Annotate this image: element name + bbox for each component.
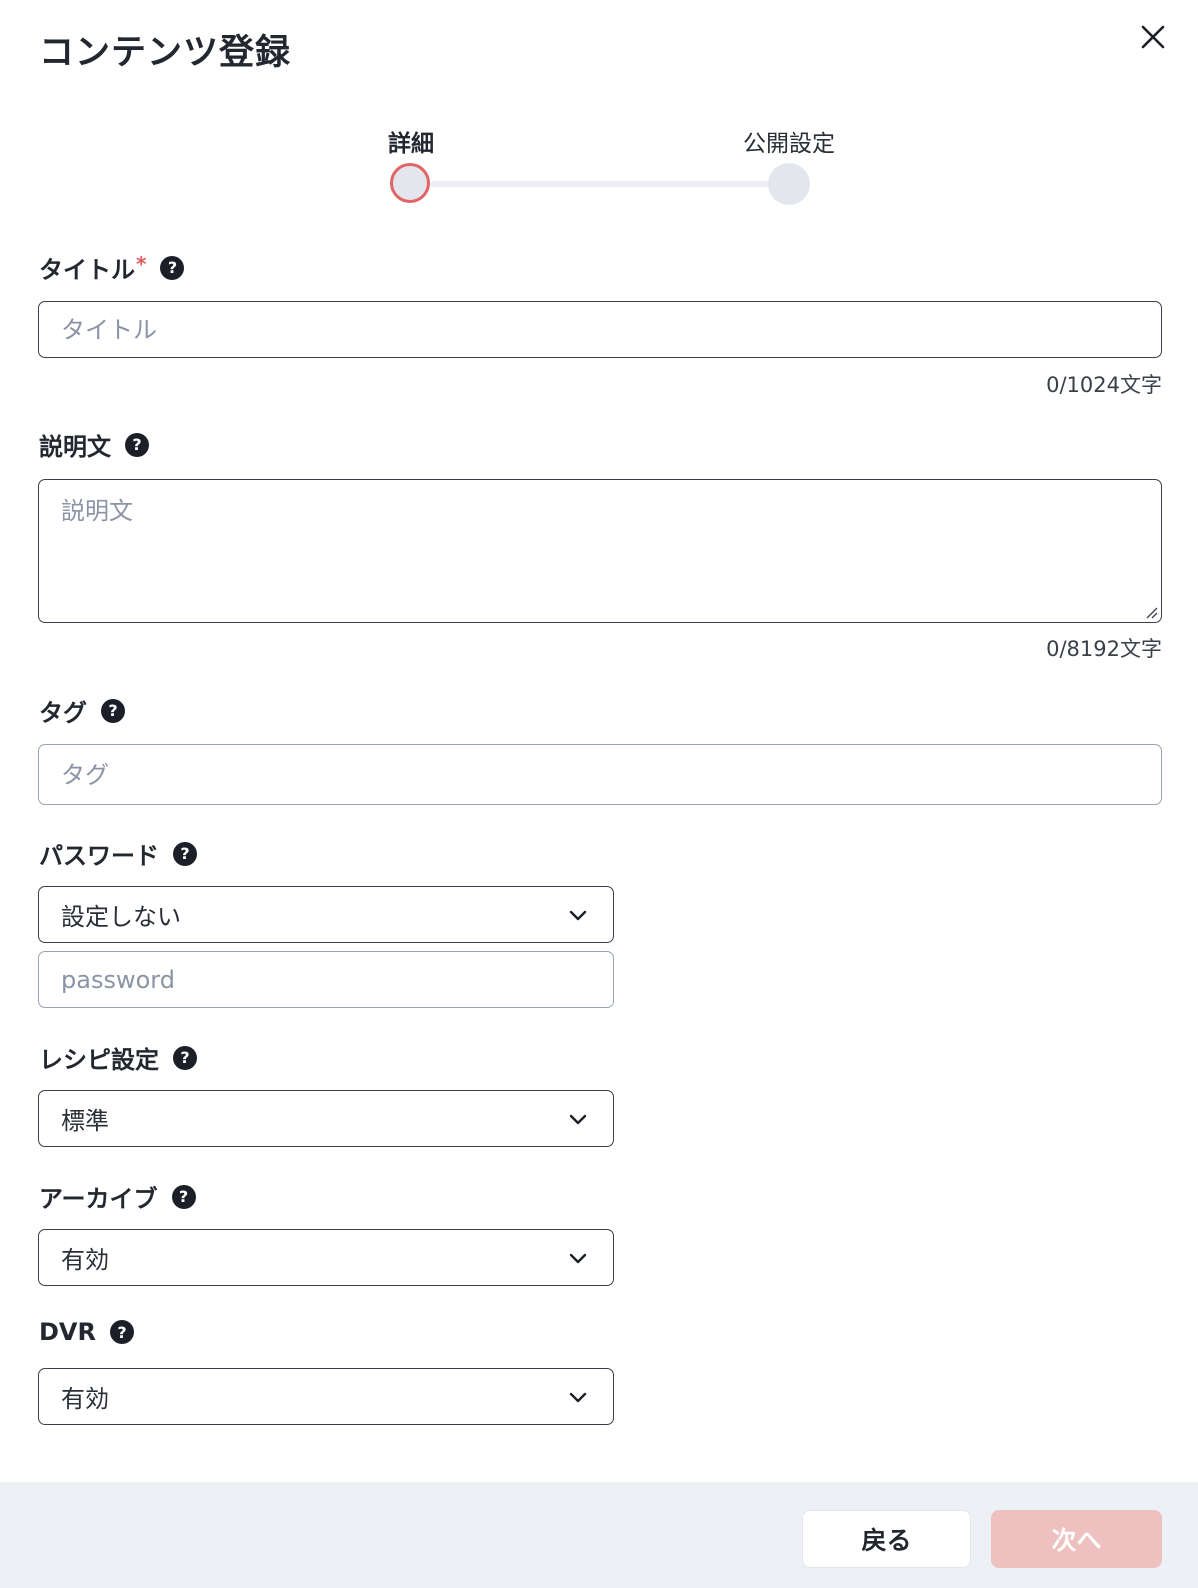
tag-label-text: タグ <box>39 699 87 727</box>
dvr-label-text: DVR <box>39 1318 96 1346</box>
title-label-text: タイトル <box>39 256 135 284</box>
archive-field-label: アーカイブ ? <box>39 1179 196 1214</box>
close-button[interactable] <box>1138 22 1168 52</box>
description-field-label: 説明文 ? <box>39 427 149 462</box>
resize-handle-icon[interactable] <box>1144 605 1158 619</box>
help-icon[interactable]: ? <box>173 1045 197 1070</box>
help-icon[interactable]: ? <box>109 1320 134 1344</box>
back-button[interactable]: 戻る <box>802 1510 971 1568</box>
step-label-details: 詳細 <box>388 131 434 157</box>
dvr-field-label: DVR ? <box>39 1318 134 1346</box>
chevron-down-icon <box>569 1392 587 1402</box>
chevron-down-icon <box>569 1253 587 1263</box>
help-icon[interactable]: ? <box>160 255 185 280</box>
recipe-field-label: レシピ設定 ? <box>39 1040 197 1075</box>
dvr-select[interactable]: 有効 <box>38 1368 614 1425</box>
help-icon[interactable]: ? <box>173 841 197 866</box>
password-label-text: パスワード <box>39 842 159 870</box>
recipe-value: 標準 <box>61 1107 109 1135</box>
help-icon[interactable]: ? <box>171 1184 196 1209</box>
chevron-down-icon <box>569 1114 587 1124</box>
step-indicator-details <box>390 163 430 203</box>
step-indicator-publish-settings <box>768 163 810 205</box>
description-char-counter: 0/8192文字 <box>1046 637 1162 661</box>
title-field-label: タイトル * ? <box>39 250 185 285</box>
dialog-title: コンテンツ登録 <box>39 33 292 73</box>
password-mode-select[interactable]: 設定しない <box>38 886 614 943</box>
description-label-text: 説明文 <box>39 433 111 461</box>
password-field-label: パスワード ? <box>39 836 197 871</box>
tag-field-label: タグ ? <box>39 693 125 728</box>
description-textarea[interactable] <box>38 479 1162 623</box>
required-mark: * <box>136 251 147 276</box>
close-icon <box>1141 25 1165 49</box>
next-button[interactable]: 次へ <box>991 1510 1162 1568</box>
archive-label-text: アーカイブ <box>39 1185 158 1213</box>
archive-select[interactable]: 有効 <box>38 1229 614 1286</box>
title-input[interactable] <box>38 301 1162 358</box>
help-icon[interactable]: ? <box>101 698 125 723</box>
step-label-publish-settings: 公開設定 <box>743 131 835 157</box>
recipe-select[interactable]: 標準 <box>38 1090 614 1147</box>
title-char-counter: 0/1024文字 <box>1046 373 1162 397</box>
archive-value: 有効 <box>61 1246 109 1274</box>
dvr-value: 有効 <box>61 1385 109 1413</box>
help-icon[interactable]: ? <box>125 432 149 457</box>
chevron-down-icon <box>569 910 587 920</box>
password-input[interactable] <box>38 951 614 1008</box>
recipe-label-text: レシピ設定 <box>39 1046 159 1074</box>
tag-input[interactable] <box>38 744 1162 805</box>
password-mode-value: 設定しない <box>61 903 181 931</box>
stepper-track <box>430 181 770 187</box>
